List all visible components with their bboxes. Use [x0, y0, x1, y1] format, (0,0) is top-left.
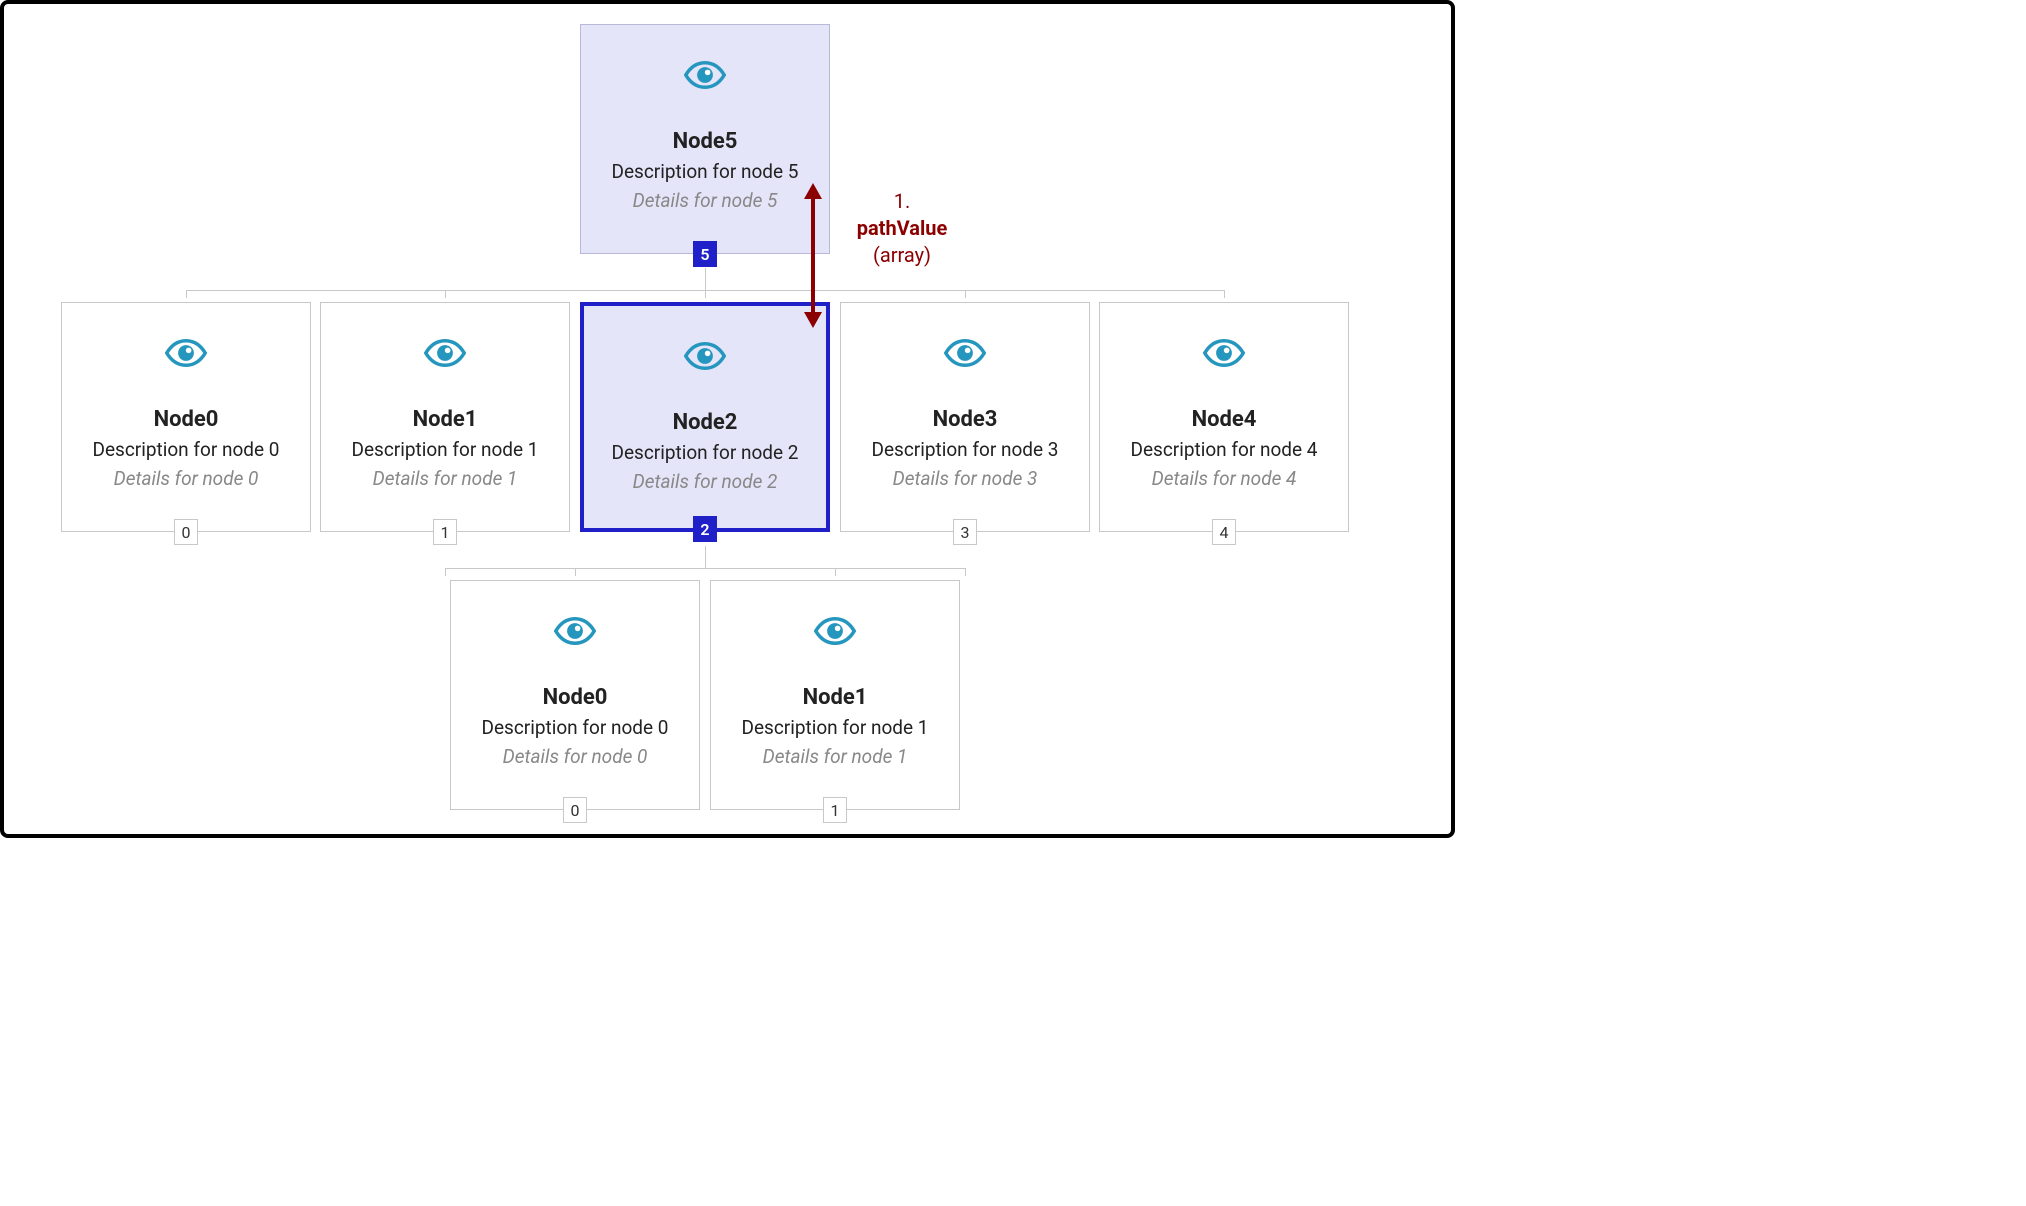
connector-tick	[965, 568, 966, 576]
node-index-badge: 0	[563, 797, 587, 823]
node-title: Node5	[673, 129, 738, 154]
node-title: Node1	[413, 407, 478, 432]
node-details: Details for node 4	[1152, 467, 1297, 490]
node-details: Details for node 1	[373, 467, 518, 490]
eye-icon	[424, 338, 466, 372]
node-index-badge: 4	[1212, 519, 1236, 545]
annotation-arrow	[811, 197, 815, 314]
connector-horizontal	[445, 568, 965, 569]
eye-icon	[165, 338, 207, 372]
connector-vertical	[705, 546, 706, 568]
node-details: Details for node 2	[633, 470, 778, 493]
eye-icon	[684, 341, 726, 375]
node-index-badge: 5	[693, 241, 717, 267]
tree-node[interactable]: Node4 Description for node 4 Details for…	[1099, 302, 1349, 532]
eye-icon	[684, 60, 726, 94]
tree-node[interactable]: Node0 Description for node 0 Details for…	[61, 302, 311, 532]
eye-icon	[554, 616, 596, 650]
arrow-head-down-icon	[804, 312, 822, 328]
node-details: Details for node 1	[763, 745, 908, 768]
node-index-badge: 3	[953, 519, 977, 545]
connector-tick	[445, 568, 446, 576]
connector-tick	[1224, 290, 1225, 298]
tree-node[interactable]: Node1 Description for node 1 Details for…	[710, 580, 960, 810]
connector-tick	[965, 290, 966, 298]
node-description: Description for node 2	[611, 441, 798, 464]
node-description: Description for node 3	[871, 438, 1058, 461]
node-description: Description for node 1	[741, 716, 928, 739]
eye-icon	[814, 616, 856, 650]
node-details: Details for node 3	[893, 467, 1038, 490]
node-index-badge: 2	[693, 516, 717, 542]
node-title: Node3	[933, 407, 998, 432]
node-description: Description for node 0	[92, 438, 279, 461]
node-index-badge: 1	[433, 519, 457, 545]
tree-node-selected[interactable]: Node2 Description for node 2 Details for…	[580, 302, 830, 532]
node-title: Node0	[154, 407, 219, 432]
node-details: Details for node 0	[503, 745, 648, 768]
node-details: Details for node 0	[114, 467, 259, 490]
connector-vertical	[705, 268, 706, 290]
connector-tick	[575, 568, 576, 576]
node-title: Node2	[673, 410, 738, 435]
tree-node[interactable]: Node1 Description for node 1 Details for…	[320, 302, 570, 532]
diagram-frame: Node5 Description for node 5 Details for…	[0, 0, 1455, 838]
node-title: Node0	[543, 685, 608, 710]
connector-tick	[186, 290, 187, 298]
node-details: Details for node 5	[633, 189, 778, 212]
annotation-label: 1. pathValue (array)	[837, 188, 967, 269]
tree-node-root[interactable]: Node5 Description for node 5 Details for…	[580, 24, 830, 254]
connector-tick	[705, 290, 706, 298]
node-description: Description for node 0	[481, 716, 668, 739]
node-title: Node1	[803, 685, 868, 710]
connector-tick	[445, 290, 446, 298]
node-description: Description for node 1	[351, 438, 538, 461]
node-description: Description for node 5	[611, 160, 798, 183]
connector-tick	[835, 568, 836, 576]
tree-node[interactable]: Node3 Description for node 3 Details for…	[840, 302, 1090, 532]
eye-icon	[944, 338, 986, 372]
annotation-line: pathValue	[837, 215, 967, 242]
annotation-line: 1.	[837, 188, 967, 215]
node-title: Node4	[1192, 407, 1257, 432]
node-index-badge: 1	[823, 797, 847, 823]
tree-diagram: Node5 Description for node 5 Details for…	[4, 4, 1451, 834]
annotation-line: (array)	[837, 242, 967, 269]
tree-node[interactable]: Node0 Description for node 0 Details for…	[450, 580, 700, 810]
node-index-badge: 0	[174, 519, 198, 545]
node-description: Description for node 4	[1130, 438, 1317, 461]
eye-icon	[1203, 338, 1245, 372]
